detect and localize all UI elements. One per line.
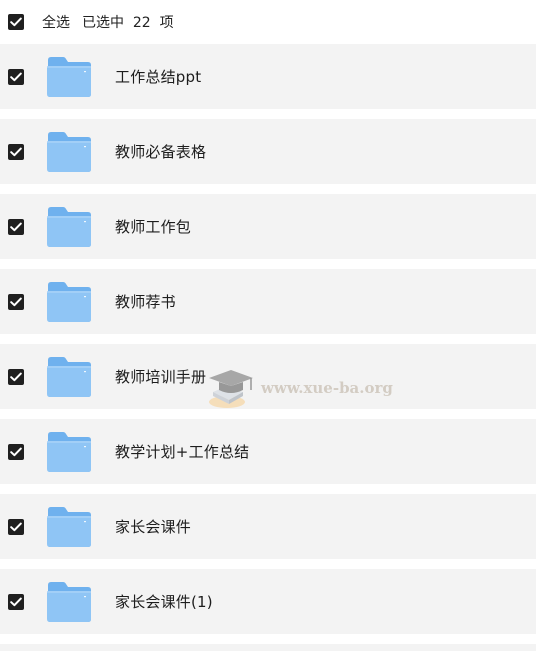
- list-item[interactable]: 教师工作包: [0, 194, 536, 259]
- folder-icon: [46, 281, 92, 323]
- checkmark-icon: [10, 147, 22, 156]
- select-all-label[interactable]: 全选: [42, 12, 70, 32]
- selected-count-text: 已选中 22 项: [82, 15, 174, 31]
- checkmark-icon: [10, 222, 22, 231]
- select-all-checkbox[interactable]: [8, 14, 24, 30]
- list-item[interactable]: 工作总结ppt: [0, 44, 536, 109]
- item-name: 家长会课件: [115, 518, 192, 536]
- selection-toolbar: 全选 已选中 22 项: [0, 0, 536, 44]
- checkmark-icon: [10, 447, 22, 456]
- list-item[interactable]: 教师必备表格: [0, 119, 536, 184]
- item-name: 工作总结ppt: [115, 68, 202, 86]
- item-name: 教师工作包: [115, 218, 192, 236]
- folder-icon: [46, 506, 92, 548]
- folder-icon: [46, 356, 92, 398]
- item-checkbox[interactable]: [8, 218, 24, 235]
- checkmark-icon: [10, 297, 22, 306]
- item-checkbox[interactable]: [8, 518, 24, 535]
- item-checkbox[interactable]: [8, 143, 24, 160]
- item-name: 教师培训手册: [115, 368, 207, 386]
- item-checkbox[interactable]: [8, 443, 24, 460]
- list-item[interactable]: 教师培训手册: [0, 344, 536, 409]
- checkmark-icon: [10, 72, 22, 81]
- item-name: 教师荐书: [115, 293, 176, 311]
- list-item-partial: [0, 644, 536, 651]
- folder-icon: [46, 56, 92, 98]
- item-checkbox[interactable]: [8, 293, 24, 310]
- checkmark-icon: [10, 597, 22, 606]
- folder-icon: [46, 131, 92, 173]
- checkmark-icon: [10, 372, 22, 381]
- folder-icon: [46, 581, 92, 623]
- item-name: 教师必备表格: [115, 143, 207, 161]
- list-item[interactable]: 教师荐书: [0, 269, 536, 334]
- item-name: 教学计划+工作总结: [115, 443, 250, 461]
- checkmark-icon: [10, 522, 22, 531]
- item-name: 家长会课件(1): [115, 593, 213, 611]
- item-checkbox[interactable]: [8, 593, 24, 610]
- list-item[interactable]: 教学计划+工作总结: [0, 419, 536, 484]
- item-checkbox[interactable]: [8, 368, 24, 385]
- item-checkbox[interactable]: [8, 68, 24, 85]
- list-item[interactable]: 家长会课件: [0, 494, 536, 559]
- list-item[interactable]: 家长会课件(1): [0, 569, 536, 634]
- folder-icon: [46, 206, 92, 248]
- file-list: 工作总结ppt 教师必备表格 教师工作包 教师荐书 教师培训手册 教学计划+工作…: [0, 44, 536, 651]
- checkmark-icon: [10, 17, 22, 27]
- folder-icon: [46, 431, 92, 473]
